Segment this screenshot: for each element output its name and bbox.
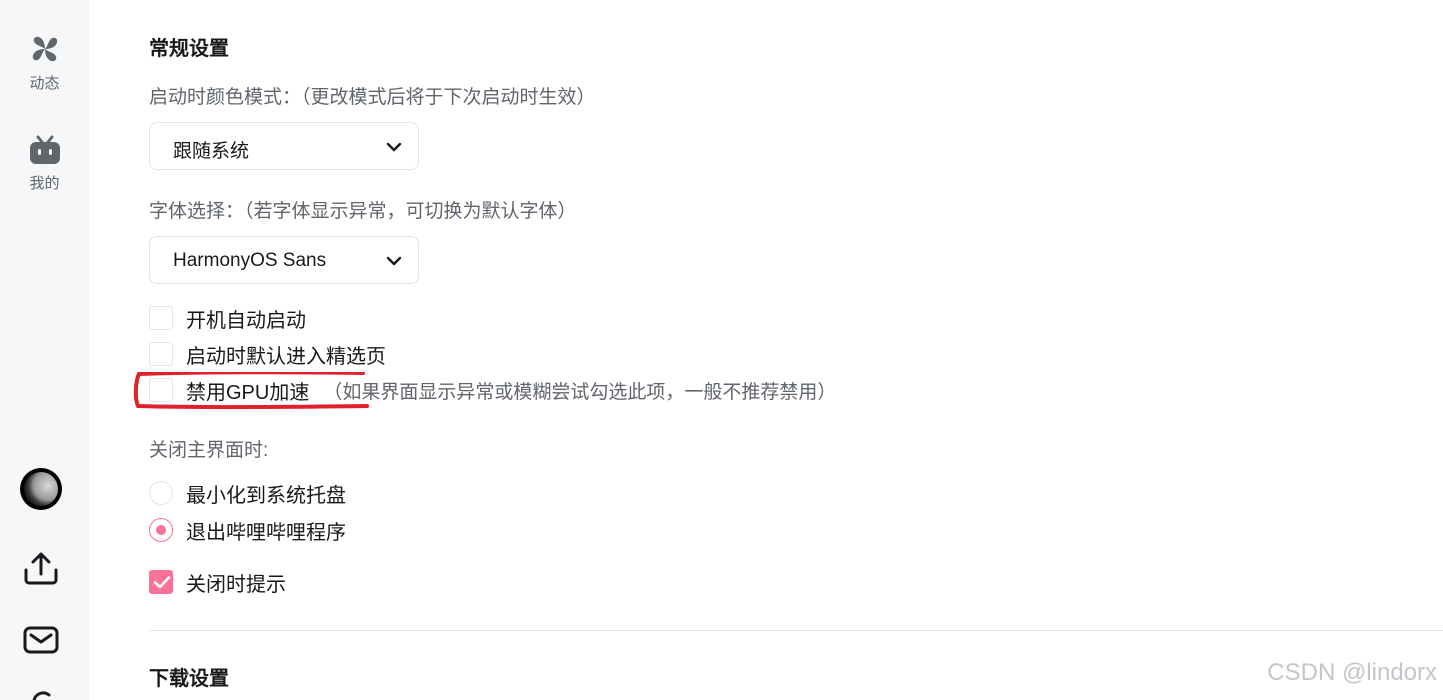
featured-page-label: 启动时默认进入精选页 <box>186 345 386 368</box>
avatar[interactable] <box>20 468 62 510</box>
upload-icon[interactable] <box>22 550 60 591</box>
chevron-down-icon <box>386 254 402 272</box>
featured-page-option: 启动时默认进入精选页 <box>149 341 386 368</box>
disable-gpu-hint: （如果界面显示异常或模糊尝试勾选此项，一般不推荐禁用） <box>323 381 837 403</box>
section-title-general: 常规设置 <box>149 38 229 60</box>
close-behavior-label: 关闭主界面时: <box>149 440 269 461</box>
disable-gpu-option: 禁用GPU加速 （如果界面显示异常或模糊尝试勾选此项，一般不推荐禁用） <box>149 377 837 404</box>
font-select[interactable]: HarmonyOS Sans <box>149 236 419 284</box>
minimize-tray-radio[interactable] <box>149 481 173 505</box>
color-mode-select[interactable]: 跟随系统 <box>149 122 419 170</box>
font-value: HarmonyOS Sans <box>173 250 327 271</box>
sidebar-item-label: 我的 <box>29 175 60 192</box>
more-icon[interactable] <box>22 688 60 700</box>
close-prompt-option: 关闭时提示 <box>149 569 286 596</box>
disable-gpu-checkbox[interactable] <box>149 378 173 402</box>
minimize-tray-label: 最小化到系统托盘 <box>186 484 346 507</box>
mail-icon[interactable] <box>22 623 60 662</box>
sidebar: 动态 我的 <box>0 0 89 700</box>
chevron-down-icon <box>386 140 402 158</box>
autostart-label: 开机自动启动 <box>186 309 306 332</box>
pinwheel-icon <box>0 32 89 66</box>
close-prompt-checkbox[interactable] <box>149 570 173 594</box>
autostart-checkbox[interactable] <box>149 306 173 330</box>
exit-app-option: 退出哔哩哔哩程序 <box>149 517 346 544</box>
featured-page-checkbox[interactable] <box>149 342 173 366</box>
exit-app-label: 退出哔哩哔哩程序 <box>186 521 346 544</box>
close-prompt-label: 关闭时提示 <box>186 573 286 596</box>
sidebar-item-dynamic[interactable]: 动态 <box>0 32 89 93</box>
tv-icon <box>0 134 89 166</box>
section-divider <box>149 630 1443 631</box>
disable-gpu-label: 禁用GPU加速 <box>186 381 310 404</box>
color-mode-label: 启动时颜色模式：（更改模式后将于下次启动时生效） <box>149 87 596 108</box>
sidebar-item-mine[interactable]: 我的 <box>0 134 89 193</box>
autostart-option: 开机自动启动 <box>149 305 306 332</box>
exit-app-radio[interactable] <box>149 518 173 542</box>
section-title-download: 下载设置 <box>149 668 229 690</box>
settings-panel: 常规设置 启动时颜色模式：（更改模式后将于下次启动时生效） 跟随系统 字体选择：… <box>89 0 1443 700</box>
minimize-tray-option: 最小化到系统托盘 <box>149 480 346 507</box>
color-mode-value: 跟随系统 <box>173 141 250 162</box>
font-label: 字体选择：（若字体显示异常，可切换为默认字体） <box>149 201 577 222</box>
sidebar-item-label: 动态 <box>29 75 60 92</box>
watermark: CSDN @lindorx <box>1267 659 1437 686</box>
